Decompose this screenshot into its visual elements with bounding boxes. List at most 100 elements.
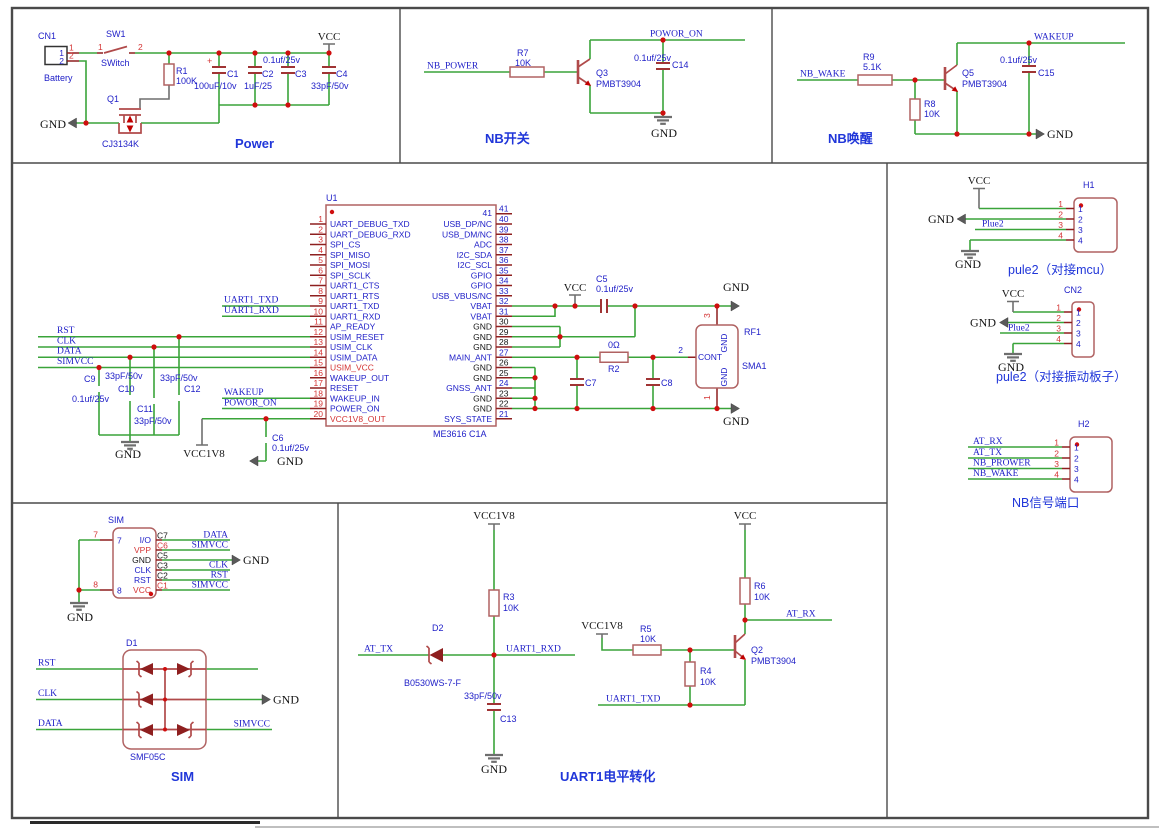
pin-number: 37: [499, 245, 509, 255]
pin-number: 1: [1076, 308, 1081, 318]
r9-designator: R9: [863, 52, 875, 62]
cn2-designator: CN2: [1064, 285, 1082, 295]
c15-designator: C15: [1038, 68, 1055, 78]
net-label-data: DATA: [203, 531, 228, 541]
sim-inner-label: VCC: [133, 585, 151, 595]
net-label-nb-wake: NB_WAKE: [973, 469, 1019, 479]
net-label-rst: RST: [38, 659, 56, 669]
pin-number: 2: [1074, 454, 1079, 464]
pin-number: 31: [499, 306, 509, 316]
q1-designator: Q1: [107, 94, 119, 104]
section-title: Power: [235, 136, 274, 151]
sw1-pin1: 1: [98, 42, 103, 52]
pin-number: 26: [499, 358, 509, 368]
pin-number-pad: 3: [1058, 220, 1063, 230]
pin-number: 28: [499, 337, 509, 347]
pin-name: GND: [473, 363, 492, 373]
pin-number: 3: [1078, 225, 1083, 235]
pin-number: 4: [318, 245, 323, 255]
gnd-arrow: [730, 403, 740, 414]
c12-designator: C12: [184, 384, 201, 394]
pin-number-pad: 1: [1054, 438, 1059, 448]
pin-number-pad: 4: [1056, 334, 1061, 344]
vcc-label: VCC: [734, 510, 757, 522]
pin-number: 19: [314, 399, 324, 409]
pin-name: UART1_RTS: [330, 291, 380, 301]
uart-wires: [358, 523, 832, 755]
r5-resistor: [632, 644, 662, 656]
pin-name: GND: [473, 342, 492, 352]
q2-designator: Q2: [751, 645, 763, 655]
d2-diode: [425, 645, 443, 665]
c1-value: 100uF/10v: [194, 81, 237, 91]
cn2-pins: 1 12 23 34 4: [1056, 303, 1081, 350]
c4-designator: C4: [336, 69, 348, 79]
gnd-earth: [68, 601, 90, 611]
sim-pad-name: C5: [157, 551, 168, 561]
pin-number: 40: [499, 214, 509, 224]
pin-name: USIM_VCC: [330, 363, 374, 373]
pin-number: 12: [314, 327, 324, 337]
sim-pin7-number: 7: [117, 536, 122, 546]
r9-resistor: [857, 74, 893, 86]
gnd-label: GND: [481, 762, 507, 776]
gnd-arrow: [261, 694, 271, 705]
c13-value: 33pF/50v: [464, 691, 502, 701]
pin-number: 2: [318, 224, 323, 234]
nbwk-wires: [797, 42, 1125, 135]
c2-value: 1uF/25: [244, 81, 272, 91]
pin-number: 36: [499, 255, 509, 265]
section-title: SIM: [171, 769, 194, 784]
section-power: CN1 1 2 1 2 Battery SW1 1 2 SWitch R1 10…: [38, 29, 349, 151]
gnd-label: GND: [1047, 127, 1073, 141]
d2-part: B0530WS-7-F: [404, 678, 462, 688]
net-label-powor-on: POWOR_ON: [224, 399, 277, 409]
sim-inner-label: VPP: [134, 545, 151, 555]
section-u1: 1 UART_DEBUG_TXD 2 UART_DEBUG_RXD 3 SPI_CS 4 SP…: [38, 193, 767, 468]
c8-designator: C8: [661, 378, 673, 388]
gnd-label: GND: [723, 414, 749, 428]
sim-inner-label: I/O: [140, 535, 152, 545]
gnd-label: GND: [970, 316, 996, 330]
pin-number: 4: [1076, 339, 1081, 349]
battery-pin2-number: 2: [59, 56, 64, 66]
q2-value: PMBT3904: [751, 656, 796, 666]
pin-number: 1: [1078, 204, 1083, 214]
section-d1: D1 RST CLK DATA GND SIMVCC SMF05C SIM: [36, 638, 299, 784]
c7-designator: C7: [585, 378, 597, 388]
r6-designator: R6: [754, 581, 766, 591]
sim-pin8-number: 8: [117, 586, 122, 596]
schematic-canvas: CN1 1 2 1 2 Battery SW1 1 2 SWitch R1 10…: [10, 6, 1159, 828]
pin-name: UART_DEBUG_TXD: [330, 219, 410, 229]
pin-name: USIM_RESET: [330, 332, 384, 342]
net-label-at-rx: AT_RX: [786, 610, 816, 620]
pin-name: POWER_ON: [330, 404, 380, 414]
pin-name: USIM_CLK: [330, 342, 373, 352]
pin-number: 17: [314, 378, 324, 388]
c9-value: 0.1uf/25v: [72, 394, 110, 404]
schematic-page: CN1 1 2 1 2 Battery SW1 1 2 SWitch R1 10…: [0, 0, 1160, 835]
r3-designator: R3: [503, 592, 515, 602]
r7-resistor: [509, 66, 545, 78]
net-label-clk: CLK: [57, 337, 76, 347]
c3-value: 0.1uf/25v: [263, 55, 301, 65]
gnd-label: GND: [955, 257, 981, 271]
c5-value: 0.1uf/25v: [596, 284, 634, 294]
pin-name: VBAT: [470, 311, 492, 321]
pin-number: 32: [499, 296, 509, 306]
pin-number-pad: 4: [1054, 470, 1059, 480]
gnd-label: GND: [67, 610, 93, 624]
cn1-designator: CN1: [38, 31, 56, 41]
pin-number: 27: [499, 347, 509, 357]
pin-number: 30: [499, 317, 509, 327]
pin-name: 41: [483, 208, 493, 218]
pin-number: 22: [499, 399, 509, 409]
section-title: UART1电平转化: [560, 769, 655, 784]
section-h2: 1 12 23 34 4 AT_RX AT_TX NB_PROWER NB_WAKE H…: [968, 419, 1113, 510]
vcc-label: VCC: [1002, 288, 1025, 300]
pin-name: GPIO: [471, 270, 493, 280]
gnd-earth: [652, 115, 674, 125]
gnd-label: GND: [115, 447, 141, 461]
pin-name: MAIN_ANT: [449, 352, 492, 362]
r8-designator: R8: [924, 99, 936, 109]
